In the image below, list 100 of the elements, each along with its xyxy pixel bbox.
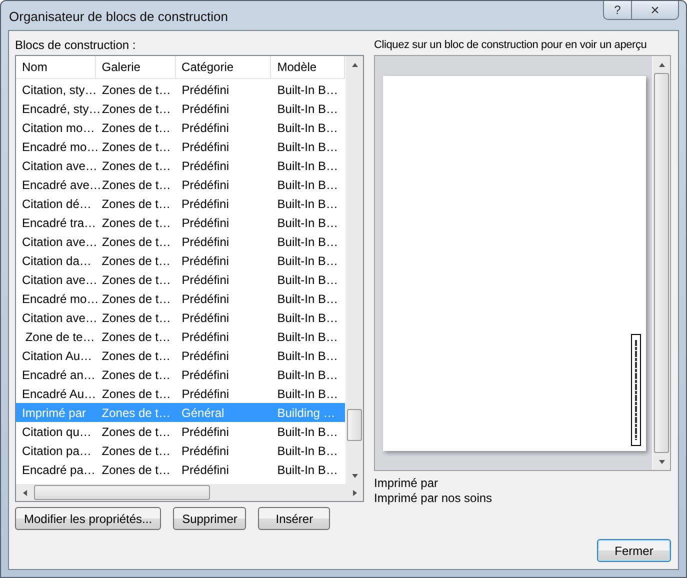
table-cell-text: Zones de t…	[101, 234, 172, 248]
list-row[interactable]: Citation da… Zones de t… Prédéfini Built-In B…	[16, 251, 345, 270]
table-cell-text: Built-In B…	[276, 462, 339, 476]
table-cell-text: Prédéfini	[180, 82, 230, 96]
table-cell-text: Built-In B…	[276, 330, 339, 344]
table-cell-text: Citation ave…	[21, 310, 96, 324]
table-cell-text: Prédéfini	[180, 462, 230, 476]
list-row[interactable]: Citation ave… Zones de t… Prédéfini Built-In B…	[16, 232, 345, 251]
table-cell-text: Zones de t…	[101, 140, 172, 154]
list-row[interactable]: Citation Au… Zones de t… Prédéfini Built-In B…	[16, 346, 345, 365]
table-cell-text: Citation ave…	[21, 272, 96, 286]
insert-button[interactable]: Insérer	[258, 507, 330, 530]
table-cell-text: Prédéfini	[180, 444, 230, 458]
table-cell-text: Encadré Au…	[21, 386, 96, 400]
table-cell-text: Prédéfini	[180, 348, 230, 362]
table-cell-text: Built-In B…	[276, 140, 339, 154]
delete-button[interactable]: Supprimer	[173, 507, 246, 530]
list-row[interactable]: Encadré pa… Zones de t… Prédéfini Built-In B…	[16, 460, 345, 479]
table-cell-text: Zones de t…	[100, 196, 172, 210]
table-cell-text: Zones de t…	[100, 348, 172, 362]
table-cell-text: Prédéfini	[180, 330, 230, 344]
list-row[interactable]: Citation ave… Zones de t… Prédéfini Built-In B…	[16, 270, 345, 289]
preview-label: Cliquez sur un bloc de construction pour en voir un aperçu	[374, 38, 648, 53]
table-cell-text: Encadré pa…	[21, 462, 96, 476]
table-cell-text: Zones de t…	[100, 254, 172, 268]
column-header[interactable]: Nom	[16, 56, 96, 78]
table-cell-text: Prédéfini	[180, 292, 230, 306]
table-cell-text: Built-In B…	[276, 234, 339, 248]
list-row[interactable]: Citation ave… Zones de t… Prédéfini Built-In B…	[16, 308, 345, 327]
table-cell-text: Zone de te…	[24, 330, 96, 344]
table-cell-text: Zones de t…	[100, 462, 172, 476]
vertical-scrollbar[interactable]	[345, 56, 363, 484]
table-cell-text: Prédéfini	[180, 196, 230, 210]
table-cell-text: Zones de t…	[101, 82, 172, 96]
list-row[interactable]: Encadré Au… Zones de t… Prédéfini Built-In B…	[16, 384, 345, 403]
table-cell-text: Citation ave…	[21, 234, 96, 248]
table-cell-text: Built-In B…	[276, 102, 339, 116]
list-row[interactable]: Encadré ave…Zones de t… Prédéfini Built-In B…	[16, 175, 345, 194]
table-cell-text: Built-In B…	[276, 310, 339, 324]
table-cell-text: Prédéfini	[180, 386, 230, 400]
table-cell-text: Built-In B…	[276, 216, 339, 230]
list-row[interactable]: Encadré mo… Zones de t… Prédéfini Built-In B…	[16, 289, 345, 308]
table-cell-text: Built-In B…	[276, 254, 339, 268]
table-cell-text: Built-In B…	[276, 272, 339, 286]
list-row[interactable]: Encadré mo… Zones de t… Prédéfini Built-In B…	[16, 137, 345, 156]
help-button[interactable]: ?	[603, 1, 632, 20]
list-label: Blocs de construction :	[15, 38, 137, 53]
table-cell-text: Built-In B…	[276, 424, 339, 438]
list-row[interactable]: Citation qu… Zones de t… Prédéfini Built-In B…	[16, 422, 345, 441]
table-cell-text: Zones de t…	[100, 368, 172, 382]
table-cell-text: Prédéfini	[180, 234, 230, 248]
table-cell-text: Zones de t…	[101, 216, 172, 230]
list-row[interactable]: Citation ave… Zones de t… Prédéfini Built-In B…	[16, 156, 345, 175]
table-cell-text: Prédéfini	[180, 368, 230, 382]
table-cell-text: Prédéfini	[180, 102, 230, 116]
horizontal-scrollbar[interactable]	[16, 484, 363, 501]
table-cell-text: Built-In B…	[276, 348, 339, 362]
table-cell-text: Zones de t…	[101, 386, 172, 400]
table-cell-text: Prédéfini	[180, 216, 230, 230]
table-cell-text: Prédéfini	[180, 178, 230, 192]
table-cell-text: Encadré mo…	[21, 292, 96, 306]
table-cell-text: Imprimé par	[21, 406, 88, 420]
table-cell-text: Citation da…	[21, 254, 92, 268]
list-row[interactable]: Citation pa… Zones de t… Prédéfini Built-In B…	[16, 441, 345, 460]
table-cell-text: Building …	[276, 406, 336, 420]
table-cell-text: Citation pa…	[21, 444, 92, 458]
table-cell-text: Prédéfini	[180, 254, 230, 268]
table-cell-text: Citation mo…	[21, 120, 96, 134]
table-cell-text: Zones de t…	[100, 330, 172, 344]
table-cell-text: Citation dé…	[21, 196, 92, 210]
table-cell-text: Zones de t…	[101, 292, 172, 306]
table-cell-text: Zones de t…	[100, 406, 172, 420]
list-row[interactable]: Encadré an… Zones de t… Prédéfini Built-In B…	[16, 365, 345, 384]
table-cell-text: Encadré an…	[21, 368, 96, 382]
modify-properties-button[interactable]: Modifier les propriétés...	[15, 507, 162, 530]
list-row[interactable]: Citation dé… Zones de t… Prédéfini Built-In B…	[16, 194, 345, 213]
column-header[interactable]: Galerie	[96, 56, 176, 78]
list-row[interactable]: Citation mo… Zones de t… Prédéfini Built-In B…	[16, 118, 345, 137]
list-row[interactable]: Zone de te… Zones de t… Prédéfini Built-In B…	[16, 327, 345, 346]
table-cell-text: Prédéfini	[180, 424, 230, 438]
preview-scrollbar[interactable]	[652, 56, 670, 470]
table-cell-text: Zones de t…	[100, 444, 172, 458]
table-cell-text: Citation qu…	[21, 424, 92, 438]
table-cell-text: Zones de t…	[100, 120, 172, 134]
close-button[interactable]: Fermer	[597, 539, 671, 562]
block-description: Imprimé par nos soins	[374, 491, 494, 506]
table-cell-text: Built-In B…	[276, 292, 339, 306]
table-cell-text: Built-In B…	[276, 158, 339, 172]
table-cell-text: Built-In B…	[276, 82, 339, 96]
table-cell-text: Zones de t…	[101, 272, 172, 286]
column-header[interactable]: Catégorie	[176, 56, 272, 78]
list-row[interactable]: Encadré tra… Zones de t… Prédéfini Built-In B…	[16, 213, 345, 232]
list-row[interactable]: Citation, sty… Zones de t… Prédéfini Built-In B…	[16, 80, 345, 99]
close-window-button[interactable]: ×	[632, 1, 679, 20]
table-cell-text: Encadré mo…	[21, 140, 96, 154]
table-cell-text: Built-In B…	[276, 368, 339, 382]
list-row[interactable]: Encadré, sty…Zones de t… Prédéfini Built-In B…	[16, 99, 345, 118]
table-cell-text: Prédéfini	[180, 310, 230, 324]
table-cell-text: Citation Au…	[21, 348, 94, 362]
table-cell-text: Citation, sty…	[21, 82, 96, 96]
